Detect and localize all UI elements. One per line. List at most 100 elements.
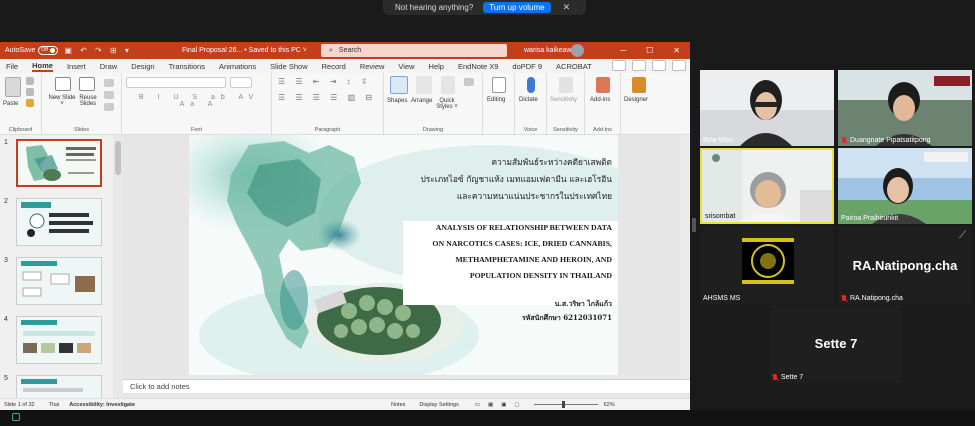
designer-icon[interactable] bbox=[632, 77, 646, 93]
slide-thumbnail-3[interactable] bbox=[16, 257, 102, 305]
layout-icon[interactable] bbox=[104, 79, 114, 87]
user-name[interactable]: warisa kaikeaw bbox=[524, 47, 571, 54]
microphone-icon[interactable] bbox=[527, 77, 535, 93]
designer-button[interactable]: Designer bbox=[624, 97, 648, 103]
title-bar: AutoSave Off ▣ ↶ ↷ ⊞ ▾ Final Proposal 26… bbox=[0, 42, 690, 59]
participant-tile[interactable]: Duangnate Pipatsatitpong bbox=[838, 70, 972, 146]
copy-icon[interactable] bbox=[26, 88, 34, 96]
language[interactable]: Thai bbox=[49, 402, 60, 408]
slide-thumbnail-5[interactable] bbox=[16, 375, 102, 399]
paste-icon[interactable] bbox=[5, 77, 21, 97]
maximize-icon[interactable]: ☐ bbox=[646, 46, 653, 55]
slide-thumbnail-1[interactable] bbox=[16, 139, 102, 187]
slide-thumbnail-2[interactable] bbox=[16, 198, 102, 246]
shapes-button[interactable]: Shapes bbox=[387, 98, 407, 104]
english-title-line-2: ON NARCOTICS CASES: ICE, DRIED CANNABIS, bbox=[432, 239, 612, 248]
reset-icon[interactable] bbox=[104, 91, 114, 99]
align-buttons[interactable]: ☰ ☰ ☰ ☰ ▥ ⊟ bbox=[278, 93, 376, 102]
font-size-dropdown[interactable] bbox=[230, 77, 252, 88]
participant-tile[interactable]: RA.Natipong.cha ⟋ RA.Natipong.cha bbox=[838, 226, 972, 304]
quick-styles-icon[interactable] bbox=[441, 76, 455, 94]
record-icon[interactable] bbox=[632, 60, 646, 71]
notes-button[interactable]: Notes bbox=[391, 402, 405, 408]
tab-draw[interactable]: Draw bbox=[100, 62, 118, 71]
pen-icon[interactable] bbox=[12, 413, 20, 421]
quick-styles-button[interactable]: Quick Styles ˅ bbox=[436, 98, 458, 110]
slide-thumbnail-4[interactable] bbox=[16, 316, 102, 364]
participant-tile[interactable]: Pairoa Praihirunkit bbox=[838, 148, 972, 224]
pin-icon[interactable]: ⟋ bbox=[959, 230, 966, 241]
addins-button[interactable]: Add-ins bbox=[590, 97, 610, 103]
search-box[interactable]: ⌕ Search bbox=[321, 44, 507, 57]
current-slide[interactable]: ความสัมพันธ์ระหว่างคดียาเสพติด ประเภทไอซ… bbox=[189, 135, 618, 375]
format-painter-icon[interactable] bbox=[26, 99, 34, 107]
new-slide-button[interactable]: New Slide ˅ bbox=[48, 95, 76, 107]
find-icon[interactable] bbox=[492, 77, 506, 93]
paste-button[interactable]: Paste bbox=[3, 101, 18, 107]
participant-tile-active-speaker[interactable]: srisombat bbox=[700, 148, 834, 224]
turn-up-volume-button[interactable]: Turn up volume bbox=[483, 2, 551, 13]
thumbnail-image bbox=[17, 376, 101, 398]
reuse-slides-button[interactable]: Reuse Slides bbox=[74, 95, 102, 107]
thai-title-line-1: ความสัมพันธ์ระหว่างคดียาเสพติด bbox=[491, 157, 612, 167]
tab-animations[interactable]: Animations bbox=[219, 62, 256, 71]
tab-design[interactable]: Design bbox=[131, 62, 154, 71]
addins-icon[interactable] bbox=[596, 77, 610, 93]
slides-label: Slides bbox=[74, 127, 89, 133]
notes-pane[interactable]: Click to add notes bbox=[123, 379, 690, 393]
autosave-toggle[interactable]: Off bbox=[38, 46, 59, 55]
tab-dopdf[interactable]: doPDF 9 bbox=[512, 62, 542, 71]
zoom-level[interactable]: 62% bbox=[604, 402, 615, 408]
gallery-resize-handle[interactable] bbox=[692, 218, 696, 232]
cut-icon[interactable] bbox=[26, 77, 34, 85]
present-icon[interactable] bbox=[652, 60, 666, 71]
view-buttons[interactable]: ▭▦▣▢ bbox=[475, 402, 528, 408]
participant-tile[interactable]: Bow Wari bbox=[700, 70, 834, 146]
scroll-thumb[interactable] bbox=[115, 141, 121, 175]
share-icon[interactable] bbox=[672, 60, 686, 71]
zoom-slider[interactable] bbox=[533, 401, 598, 408]
shapes-icon[interactable] bbox=[390, 76, 408, 94]
participant-tile[interactable]: AHSMS MS bbox=[700, 226, 834, 304]
comments-icon[interactable] bbox=[612, 60, 626, 71]
quick-access-toolbar[interactable]: ▣ ↶ ↷ ⊞ ▾ bbox=[64, 46, 132, 55]
tab-view[interactable]: View bbox=[398, 62, 414, 71]
sensitivity-button[interactable]: Sensitivity bbox=[550, 97, 577, 103]
document-title[interactable]: Final Proposal 26... • Saved to this PC … bbox=[182, 47, 307, 54]
participant-name: srisombat bbox=[705, 213, 736, 220]
tab-record[interactable]: Record bbox=[322, 62, 346, 71]
list-buttons[interactable]: ☰ ☰ ⇤ ⇥ ↕ ⇳ bbox=[278, 77, 372, 86]
shape-fill-icon[interactable] bbox=[464, 78, 474, 86]
new-slide-icon[interactable] bbox=[55, 77, 71, 91]
arrange-icon[interactable] bbox=[416, 76, 432, 94]
reuse-slides-icon[interactable] bbox=[79, 77, 95, 91]
sensitivity-icon[interactable] bbox=[559, 77, 573, 93]
font-name-dropdown[interactable] bbox=[126, 77, 226, 88]
section-icon[interactable] bbox=[104, 103, 114, 111]
minimize-icon[interactable]: ─ bbox=[620, 46, 626, 55]
tab-endnote[interactable]: EndNote X9 bbox=[458, 62, 498, 71]
tab-help[interactable]: Help bbox=[429, 62, 444, 71]
tab-review[interactable]: Review bbox=[360, 62, 385, 71]
close-window-icon[interactable]: ✕ bbox=[673, 46, 680, 55]
editor-scrollbar[interactable] bbox=[680, 135, 690, 379]
tab-insert[interactable]: Insert bbox=[67, 62, 86, 71]
zoom-slider-thumb[interactable] bbox=[561, 401, 565, 408]
participant-tile[interactable]: Sette 7 Sette 7 bbox=[769, 305, 903, 383]
font-format-buttons[interactable]: B I U S ab AV Aa A bbox=[127, 94, 271, 108]
editing-button[interactable]: Editing bbox=[487, 97, 505, 103]
close-icon[interactable]: ✕ bbox=[563, 2, 571, 13]
tab-home[interactable]: Home bbox=[32, 61, 53, 72]
thumbnail-image bbox=[17, 199, 101, 245]
clipboard-group: Paste Clipboard bbox=[0, 73, 42, 135]
arrange-button[interactable]: Arrange bbox=[411, 98, 432, 104]
tab-slide-show[interactable]: Slide Show bbox=[270, 62, 308, 71]
avatar[interactable] bbox=[571, 44, 584, 57]
tab-acrobat[interactable]: ACROBAT bbox=[556, 62, 592, 71]
thumbnail-scrollbar[interactable] bbox=[113, 135, 123, 399]
tab-transitions[interactable]: Transitions bbox=[169, 62, 205, 71]
dictate-button[interactable]: Dictate bbox=[519, 97, 538, 103]
tab-file[interactable]: File bbox=[6, 62, 18, 71]
accessibility-status[interactable]: Accessibility: Investigate bbox=[69, 402, 135, 408]
display-settings-button[interactable]: Display Settings bbox=[419, 402, 458, 408]
